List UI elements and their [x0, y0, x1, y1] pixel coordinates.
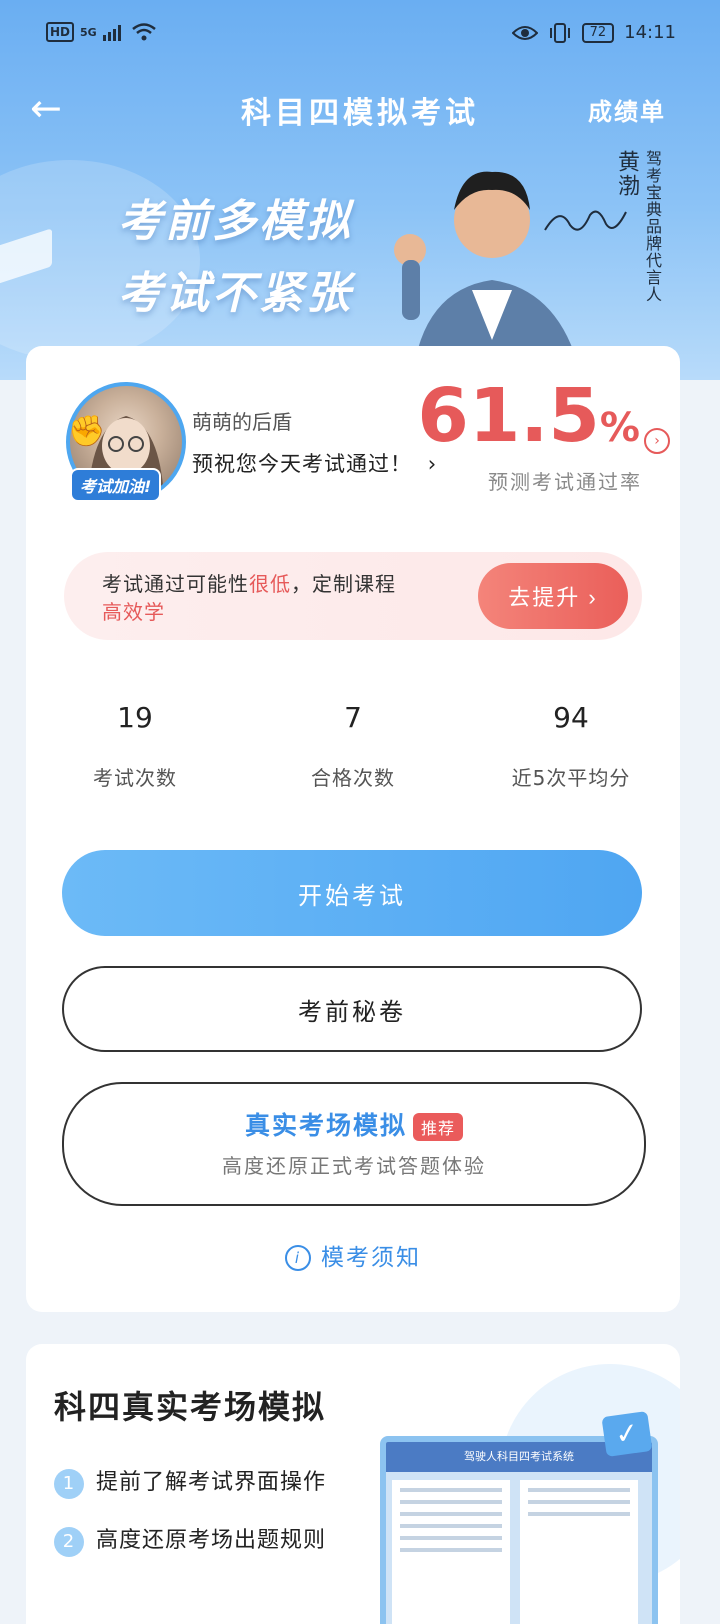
- pass-rate-label: 预测考试通过率: [488, 470, 642, 494]
- username: 萌萌的后盾: [192, 410, 292, 434]
- fist-icon: ✊: [68, 414, 106, 449]
- list-number: 2: [54, 1527, 84, 1557]
- exam-notice-label: 模考须知: [321, 1245, 421, 1271]
- battery-icon: 72: [581, 22, 615, 43]
- preview-panel: [392, 1480, 510, 1624]
- stat-exam-count: 19 考试次数: [26, 696, 244, 806]
- improve-text-prefix: 考试通过可能性: [102, 572, 249, 596]
- hero-slogan: 考前多模拟 考试不紧张: [118, 186, 353, 330]
- exam-card: ✊ 考试加油! 萌萌的后盾 预祝您今天考试通过！ › 61.5% › 预测考试通…: [26, 346, 680, 1312]
- real-exam-section: 科四真实考场模拟 1 提前了解考试界面操作 2 高度还原考场出题规则 驾驶人科目四考…: [26, 1344, 680, 1624]
- real-exam-subtitle: 高度还原正式考试答题体验: [222, 1154, 486, 1178]
- pass-rate-unit: %: [599, 405, 640, 451]
- list-text: 高度还原考场出题规则: [96, 1528, 327, 1553]
- list-item: 1 提前了解考试界面操作: [54, 1464, 326, 1499]
- real-exam-button[interactable]: 真实考场模拟 推荐 高度还原正式考试答题体验: [62, 1082, 646, 1206]
- spokesperson-name: 黄渤: [614, 150, 639, 198]
- pass-rate-value: 61.5: [417, 373, 600, 459]
- improve-text-suffix: ，定制课程: [291, 572, 396, 596]
- stat-value: 7: [344, 701, 362, 734]
- greeting-text: 预祝您今天考试通过！: [192, 452, 412, 476]
- stats-row: 19 考试次数 7 合格次数 94 近5次平均分: [26, 696, 680, 806]
- improve-text-emphasis: 很低: [249, 572, 291, 596]
- preview-panel: [520, 1480, 638, 1624]
- avatar-badge: 考试加油!: [70, 468, 162, 502]
- real-exam-title: 真实考场模拟 推荐: [64, 1106, 644, 1142]
- wifi-icon: [131, 23, 156, 41]
- clock: 14:11: [624, 22, 676, 43]
- report-card-link[interactable]: 成绩单: [588, 92, 666, 127]
- spokesperson-role: 驾考宝典品牌代言人: [643, 150, 662, 303]
- stat-value: 19: [117, 701, 153, 734]
- avatar[interactable]: ✊ 考试加油!: [58, 376, 188, 506]
- status-bar: HD 5G 72 14:11: [0, 0, 720, 70]
- chevron-right-icon: ›: [588, 585, 598, 610]
- stat-label: 近5次平均分: [511, 766, 631, 790]
- hero-banner: HD 5G 72 14:11 ← 科目四模拟考试 成绩单 考前多模拟 考试不紧张…: [0, 0, 720, 380]
- list-item: 2 高度还原考场出题规则: [54, 1522, 326, 1557]
- info-icon: i: [285, 1245, 311, 1271]
- improve-button-label: 去提升: [508, 585, 581, 610]
- real-exam-title-text: 真实考场模拟: [244, 1111, 407, 1140]
- stat-value: 94: [553, 701, 589, 734]
- slogan-line-2: 考试不紧张: [118, 268, 353, 319]
- section-title: 科四真实考场模拟: [54, 1388, 327, 1426]
- stat-average-score: 94 近5次平均分: [462, 696, 680, 806]
- eye-icon: [511, 25, 538, 40]
- stat-label: 合格次数: [311, 766, 395, 790]
- signature-image: [544, 210, 627, 231]
- recommend-badge: 推荐: [413, 1113, 464, 1141]
- network-label: 5G: [80, 25, 97, 39]
- improve-text: 考试通过可能性很低，定制课程 高效学: [102, 570, 396, 626]
- pass-rate[interactable]: 61.5%: [417, 376, 640, 468]
- checkmark-icon: ✓: [601, 1410, 653, 1458]
- exam-notice-link[interactable]: i 模考须知: [26, 1238, 680, 1272]
- vibrate-icon: [549, 22, 570, 43]
- exam-screen-preview: 驾驶人科目四考试系统: [380, 1436, 658, 1624]
- stat-label: 考试次数: [93, 766, 177, 790]
- hd-icon: HD: [46, 22, 75, 42]
- stat-pass-count: 7 合格次数: [244, 696, 462, 806]
- signal-icon: [102, 25, 121, 41]
- improve-button[interactable]: 去提升 ›: [478, 563, 628, 629]
- list-text: 提前了解考试界面操作: [96, 1470, 327, 1495]
- secret-paper-button[interactable]: 考前秘卷: [62, 966, 642, 1052]
- improve-banner: 考试通过可能性很低，定制课程 高效学 去提升 ›: [64, 552, 642, 640]
- start-exam-button[interactable]: 开始考试: [62, 850, 642, 936]
- list-number: 1: [54, 1469, 84, 1499]
- nav-bar: ← 科目四模拟考试 成绩单: [0, 80, 720, 136]
- slogan-line-1: 考前多模拟: [118, 196, 353, 247]
- greeting[interactable]: 预祝您今天考试通过！ ›: [192, 448, 437, 478]
- pass-rate-arrow-icon[interactable]: ›: [644, 428, 670, 454]
- spokesperson-image: [394, 171, 582, 380]
- improve-text-line2: 高效学: [102, 600, 165, 624]
